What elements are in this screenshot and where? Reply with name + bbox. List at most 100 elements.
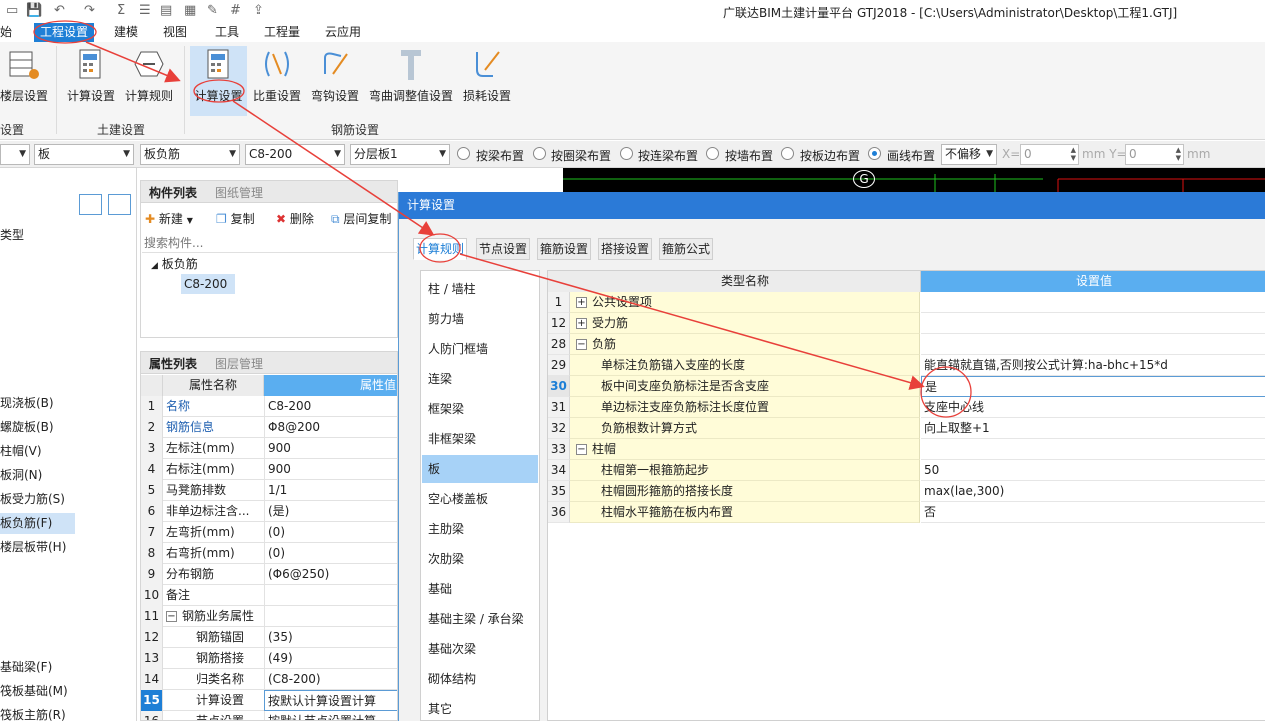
- sum-icon[interactable]: Σ: [117, 3, 125, 18]
- settings-row[interactable]: 34 柱帽第一根箍筋起步 50: [548, 460, 1265, 481]
- save-icon[interactable]: 💾: [26, 3, 42, 18]
- settings-value[interactable]: [921, 292, 1265, 313]
- drawing-canvas[interactable]: G: [563, 168, 1265, 192]
- menu-tab-tools[interactable]: 工具: [215, 23, 239, 42]
- settings-row[interactable]: 32 负筋根数计算方式 向上取整+1: [548, 418, 1265, 439]
- tab-lap-settings[interactable]: 搭接设置: [598, 238, 653, 260]
- radio-draw-line[interactable]: [868, 147, 881, 160]
- x-input[interactable]: 0 ▲ ▼: [1020, 144, 1079, 165]
- menu-tab-start[interactable]: 始: [0, 23, 12, 42]
- calc-rules-button[interactable]: 计算规则: [122, 46, 176, 116]
- save-icon[interactable]: ▭: [6, 3, 18, 18]
- settings-row[interactable]: 35 柱帽圆形箍筋的搭接长度 max(lae,300): [548, 481, 1265, 502]
- category-item[interactable]: 空心楼盖板: [422, 485, 538, 513]
- collapse-icon[interactable]: −: [576, 444, 587, 455]
- radio-by-coupling-beam[interactable]: [620, 147, 633, 160]
- property-row[interactable]: 4 右标注(mm) 900: [141, 459, 397, 480]
- category-item[interactable]: 连梁: [422, 365, 538, 393]
- property-value[interactable]: (49): [264, 648, 397, 669]
- checklist-icon[interactable]: ☰: [139, 3, 151, 18]
- property-row[interactable]: 6 非单边标注含... (是): [141, 501, 397, 522]
- component-select[interactable]: C8-200 ▼: [245, 144, 345, 165]
- category-item[interactable]: 基础次梁: [422, 635, 538, 663]
- nav-item-type[interactable]: 类型: [0, 225, 24, 246]
- type-select[interactable]: 板负筋 ▼: [140, 144, 240, 165]
- category-item[interactable]: 主肋梁: [422, 515, 538, 543]
- checklist-icon[interactable]: ▦: [184, 3, 196, 18]
- property-value[interactable]: [264, 585, 397, 606]
- property-row[interactable]: 5 马凳筋排数 1/1: [141, 480, 397, 501]
- expand-icon[interactable]: +: [576, 318, 587, 329]
- hook-settings-button[interactable]: 弯钩设置: [308, 46, 362, 116]
- nav-item-slab-hole[interactable]: 板洞(N): [0, 465, 42, 486]
- nav-item-slab-main-rebar[interactable]: 板受力筋(S): [0, 489, 65, 510]
- settings-row[interactable]: 33− 柱帽: [548, 439, 1265, 460]
- tab-drawing-manage[interactable]: 图纸管理: [215, 184, 263, 201]
- property-row[interactable]: 7 左弯折(mm) (0): [141, 522, 397, 543]
- property-row[interactable]: 11− 钢筋业务属性: [141, 606, 397, 627]
- undo-icon[interactable]: ↶: [54, 3, 65, 18]
- nav-item-slab-negative-rebar[interactable]: 板负筋(F): [0, 513, 75, 534]
- tab-node-settings[interactable]: 节点设置: [476, 238, 531, 260]
- tab-component-list[interactable]: 构件列表: [149, 184, 197, 201]
- bend-adjust-button[interactable]: 弯曲调整值设置: [366, 46, 456, 116]
- list-view-icon[interactable]: [79, 194, 102, 215]
- loss-settings-button[interactable]: 损耗设置: [460, 46, 514, 116]
- radio-by-wall[interactable]: [706, 147, 719, 160]
- category-item[interactable]: 剪力墙: [422, 305, 538, 333]
- settings-row[interactable]: 31 单边标注支座负筋标注长度位置 支座中心线: [548, 397, 1265, 418]
- settings-row[interactable]: 30 板中间支座负筋标注是否含支座是: [548, 376, 1265, 397]
- export-icon[interactable]: ⇪: [253, 3, 264, 18]
- category-item[interactable]: 非框架梁: [422, 425, 538, 453]
- property-value[interactable]: (Φ6@250): [264, 564, 397, 585]
- property-row[interactable]: 13 钢筋搭接 (49): [141, 648, 397, 669]
- floor-copy-button[interactable]: ⧉ 层间复制: [331, 210, 391, 227]
- tree-leaf-c8-200[interactable]: C8-200: [181, 274, 235, 294]
- grid-icon[interactable]: #: [230, 3, 241, 18]
- property-row[interactable]: 14 归类名称 (C8-200): [141, 669, 397, 690]
- category-item[interactable]: 砌体结构: [422, 665, 538, 693]
- settings-value[interactable]: 50: [921, 460, 1265, 481]
- property-value[interactable]: 按默认计算设置计算: [264, 690, 397, 711]
- offset-select[interactable]: 不偏移 ▼: [941, 144, 997, 165]
- nav-item-column-cap[interactable]: 柱帽(V): [0, 441, 42, 462]
- tab-stirrup-formula[interactable]: 箍筋公式: [659, 238, 714, 260]
- weight-settings-button[interactable]: 比重设置: [250, 46, 304, 116]
- property-value[interactable]: [264, 606, 397, 627]
- property-row[interactable]: 2 钢筋信息 Φ8@200: [141, 417, 397, 438]
- tree-node-negative-rebar[interactable]: ◢ 板负筋: [151, 255, 198, 272]
- property-row[interactable]: 9 分布钢筋 (Φ6@250): [141, 564, 397, 585]
- property-value[interactable]: 900: [264, 438, 397, 459]
- component-search-input[interactable]: 搜索构件...: [142, 233, 398, 253]
- menu-tab-project-settings[interactable]: 工程设置: [34, 23, 95, 42]
- property-row[interactable]: 10 备注: [141, 585, 397, 606]
- property-value[interactable]: Φ8@200: [264, 417, 397, 438]
- property-value[interactable]: (35): [264, 627, 397, 648]
- tab-layer-manage[interactable]: 图层管理: [215, 355, 263, 372]
- radio-by-slab-edge[interactable]: [781, 147, 794, 160]
- nav-item-cast-slab[interactable]: 现浇板(B): [0, 393, 54, 414]
- settings-value[interactable]: max(lae,300): [921, 481, 1265, 502]
- settings-value[interactable]: [921, 313, 1265, 334]
- edit-icon[interactable]: ✎: [207, 3, 218, 18]
- floor-select[interactable]: ▼: [0, 144, 30, 165]
- category-item[interactable]: 框架梁: [422, 395, 538, 423]
- category-item[interactable]: 基础: [422, 575, 538, 603]
- property-value[interactable]: (是): [264, 501, 397, 522]
- menu-tab-modeling[interactable]: 建模: [114, 23, 138, 42]
- civil-calc-settings-button[interactable]: 计算设置: [64, 46, 118, 116]
- settings-value[interactable]: 向上取整+1: [921, 418, 1265, 439]
- category-item[interactable]: 人防门框墙: [422, 335, 538, 363]
- radio-by-ring-beam[interactable]: [533, 147, 546, 160]
- settings-row[interactable]: 29 单标注负筋锚入支座的长度 能直锚就直锚,否则按公式计算:ha-bhc+15*d: [548, 355, 1265, 376]
- expand-icon[interactable]: +: [576, 297, 587, 308]
- menu-tab-view[interactable]: 视图: [163, 23, 187, 42]
- property-value[interactable]: 按默认节点设置计算: [264, 711, 397, 720]
- redo-icon[interactable]: ↷: [84, 3, 95, 18]
- property-row[interactable]: 15 计算设置 按默认计算设置计算: [141, 690, 397, 711]
- nav-item-spiral-slab[interactable]: 螺旋板(B): [0, 417, 54, 438]
- collapse-icon[interactable]: −: [166, 611, 177, 622]
- settings-value[interactable]: 支座中心线: [921, 397, 1265, 418]
- settings-value[interactable]: 是: [921, 376, 1265, 397]
- settings-row[interactable]: 1 + 公共设置项: [548, 292, 1265, 313]
